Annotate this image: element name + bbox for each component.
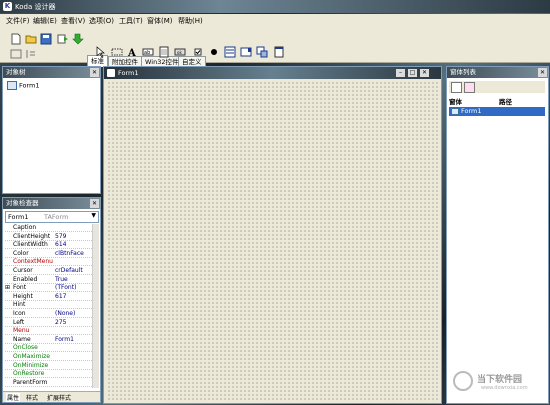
- watermark-logo: [453, 371, 473, 391]
- tab-ext-styles[interactable]: 扩展样式: [47, 393, 71, 402]
- svg-text:ok: ok: [177, 50, 182, 55]
- close-icon[interactable]: ✕: [538, 68, 547, 77]
- property-row[interactable]: Hint: [5, 301, 96, 310]
- save-icon[interactable]: [39, 32, 53, 46]
- property-row[interactable]: Menu: [5, 327, 96, 336]
- watermark-url: www.downxia.com: [481, 385, 528, 391]
- property-row[interactable]: OnRestore: [5, 370, 96, 379]
- menu-bar: 文件(F) 编辑(E) 查看(V) 选项(O) 工具(T) 窗体(M) 帮助(H…: [0, 14, 550, 27]
- form-icon: [451, 107, 459, 115]
- property-row[interactable]: Name Form1: [5, 336, 96, 344]
- tab-properties[interactable]: 属性: [6, 393, 21, 402]
- property-row[interactable]: OnMinimize: [5, 362, 96, 370]
- app-title-bar: K Koda 设计器: [0, 0, 550, 13]
- scrollbar[interactable]: [92, 224, 99, 388]
- form-title-bar: Form1 – □ ✕: [104, 67, 441, 79]
- menu-view[interactable]: 查看(V): [61, 16, 85, 26]
- text-component-icon[interactable]: A: [125, 45, 139, 59]
- koda-app-icon: K: [3, 2, 12, 11]
- panel-component-icon[interactable]: [272, 45, 286, 59]
- property-row[interactable]: Cursor crDefault: [5, 267, 96, 275]
- chevron-down-icon: ▼: [91, 212, 96, 219]
- row-divider: [5, 385, 96, 387]
- group-component-icon[interactable]: [255, 45, 269, 59]
- property-row[interactable]: OnMaximize: [5, 353, 96, 361]
- remove-form-icon[interactable]: [464, 82, 475, 93]
- property-row[interactable]: ParentForm: [5, 379, 96, 387]
- property-row[interactable]: Height 617: [5, 293, 96, 301]
- design-form-window[interactable]: Form1 – □ ✕: [103, 66, 442, 404]
- menu-file[interactable]: 文件(F): [6, 16, 30, 26]
- menu-edit[interactable]: 编辑(E): [33, 16, 57, 26]
- run-arrow-icon[interactable]: [71, 32, 85, 46]
- toolbar: 标准 附加控件 Win32控件 自定义 A ab ok: [0, 27, 550, 67]
- object-tree-title: 对象树: [3, 67, 100, 78]
- form-list-toolbar: [449, 81, 545, 93]
- checkbox-component-icon[interactable]: [191, 45, 205, 59]
- object-selector-dropdown[interactable]: Form1 TAForm ▼: [5, 211, 99, 223]
- design-grid-canvas[interactable]: [107, 81, 438, 400]
- combobox-component-icon[interactable]: [239, 45, 253, 59]
- tab-styles[interactable]: 样式: [26, 393, 38, 402]
- label-component-icon[interactable]: [110, 45, 124, 59]
- form-icon: [107, 69, 115, 77]
- list-item[interactable]: Form1: [449, 107, 545, 116]
- property-row[interactable]: Icon (None): [5, 310, 96, 318]
- property-row[interactable]: ClientHeight 579: [5, 233, 96, 241]
- form-list-panel: 窗体列表 ✕ 窗体 路径 Form1 当下软件园 www.downxia.com: [446, 66, 549, 404]
- open-folder-icon[interactable]: [24, 32, 38, 46]
- property-row[interactable]: ContextMenu: [5, 258, 96, 267]
- listbox-component-icon[interactable]: [223, 45, 237, 59]
- object-inspector-panel: 对象检查器 ✕ Form1 TAForm ▼ Caption ClientHeig…: [2, 197, 101, 403]
- maximize-icon[interactable]: □: [408, 69, 417, 77]
- align-icon[interactable]: [9, 47, 23, 61]
- close-icon[interactable]: ✕: [420, 69, 429, 77]
- watermark-text: 当下软件园: [477, 375, 523, 385]
- property-row[interactable]: Enabled True: [5, 276, 96, 284]
- pointer-icon[interactable]: [94, 45, 108, 59]
- menu-options[interactable]: 选项(O): [89, 16, 114, 26]
- object-tree-panel: 对象树 ✕ Form1: [2, 66, 101, 194]
- property-row[interactable]: Left 275: [5, 319, 96, 327]
- form-title: Form1: [118, 69, 139, 77]
- svg-text:A: A: [127, 48, 136, 58]
- form-icon: [7, 81, 17, 90]
- property-row[interactable]: ⊞ Font (TFont): [5, 284, 96, 293]
- close-icon[interactable]: ✕: [90, 68, 99, 77]
- property-row[interactable]: Color clBtnFace: [5, 250, 96, 258]
- menu-form[interactable]: 窗体(M): [147, 16, 173, 26]
- form-list-title: 窗体列表: [447, 67, 548, 78]
- column-header-path[interactable]: 路径: [499, 96, 512, 106]
- button-component-icon[interactable]: ok: [173, 45, 187, 59]
- app-title: Koda 设计器: [15, 3, 56, 11]
- radio-component-icon[interactable]: [207, 45, 221, 59]
- property-row[interactable]: Caption: [5, 224, 96, 232]
- tree-item-form1[interactable]: Form1: [7, 81, 40, 90]
- inspector-title: 对象检查器: [3, 198, 100, 209]
- svg-text:ab: ab: [144, 50, 150, 56]
- property-row[interactable]: ClientWidth 614: [5, 241, 96, 250]
- column-header-form[interactable]: 窗体: [449, 96, 462, 106]
- size-icon[interactable]: [24, 47, 38, 61]
- new-file-icon[interactable]: [9, 32, 23, 46]
- property-row[interactable]: OnClose: [5, 344, 96, 353]
- edit-component-icon[interactable]: ab: [141, 45, 155, 59]
- close-icon[interactable]: ✕: [90, 199, 99, 208]
- inspector-tabs: 属性 样式 扩展样式: [3, 391, 100, 402]
- menu-help[interactable]: 帮助(H): [178, 16, 203, 26]
- menu-tools[interactable]: 工具(T): [119, 16, 143, 26]
- add-form-icon[interactable]: [451, 82, 462, 93]
- generate-code-icon[interactable]: [56, 32, 70, 46]
- memo-component-icon[interactable]: [157, 45, 171, 59]
- minimize-icon[interactable]: –: [396, 69, 405, 77]
